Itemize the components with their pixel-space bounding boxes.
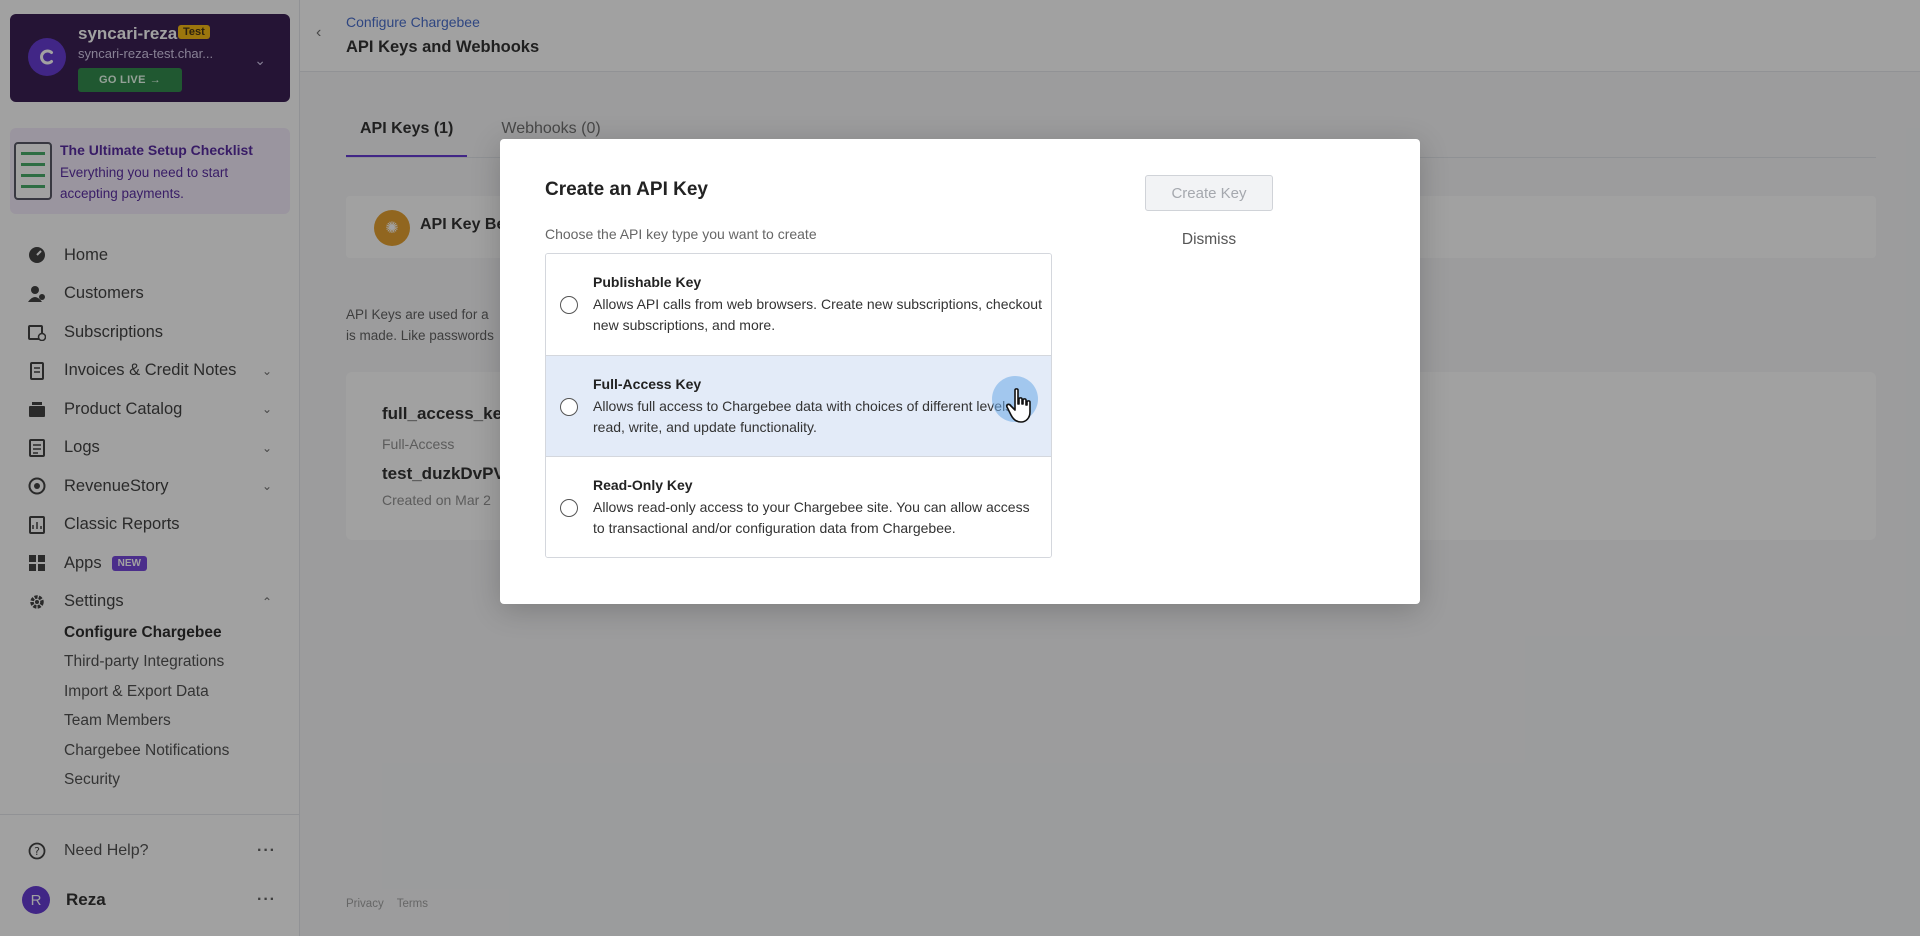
option-title: Read-Only Key — [593, 477, 693, 494]
option-read-only-key[interactable]: Read-Only Key Allows read-only access to… — [546, 457, 1051, 557]
option-publishable-key[interactable]: Publishable Key Allows API calls from we… — [546, 254, 1051, 356]
create-key-button[interactable]: Create Key — [1145, 175, 1273, 211]
modal-title: Create an API Key — [545, 179, 708, 200]
option-full-access-key[interactable]: Full-Access Key Allows full access to Ch… — [546, 355, 1051, 458]
option-title: Publishable Key — [593, 274, 702, 290]
radio-button[interactable] — [560, 397, 578, 416]
radio-button[interactable] — [560, 296, 578, 314]
radio-button[interactable] — [560, 499, 578, 518]
pointer-cursor-icon — [992, 376, 1042, 426]
option-title: Full-Access Key — [593, 375, 702, 392]
create-api-key-modal: Create an API Key Choose the API key typ… — [500, 139, 1420, 604]
key-type-options: Publishable Key Allows API calls from we… — [545, 253, 1052, 558]
option-description: Allows read-only access to your Chargebe… — [593, 499, 1030, 537]
modal-subtitle: Choose the API key type you want to crea… — [545, 226, 817, 242]
option-description: Allows API calls from web browsers. Crea… — [593, 296, 1042, 333]
dismiss-button[interactable]: Dismiss — [1145, 231, 1273, 249]
option-description: Allows full access to Chargebee data wit… — [593, 397, 1028, 435]
